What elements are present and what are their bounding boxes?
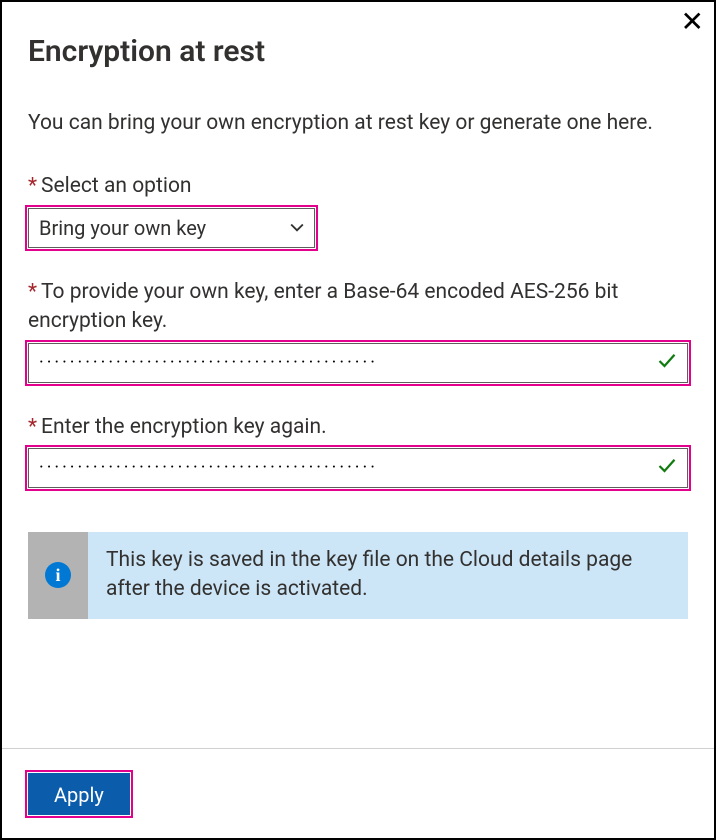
required-marker: * — [28, 415, 37, 439]
info-callout: i This key is saved in the key file on t… — [28, 532, 688, 619]
label-encryption-key: *To provide your own key, enter a Base-6… — [28, 278, 688, 337]
page-title: Encryption at rest — [28, 34, 688, 69]
apply-button[interactable]: Apply — [28, 773, 130, 815]
encryption-key-confirm-masked: ········································… — [39, 457, 647, 478]
required-marker: * — [28, 174, 37, 198]
select-option-dropdown[interactable]: Bring your own key — [28, 208, 315, 248]
info-text: This key is saved in the key file on the… — [88, 532, 688, 619]
info-icon: i — [45, 562, 71, 588]
label-encryption-key-confirm: *Enter the encryption key again. — [28, 413, 688, 442]
panel-footer: Apply — [2, 748, 714, 838]
label-select-option: *Select an option — [28, 172, 688, 201]
encryption-key-masked: ········································… — [39, 352, 647, 373]
required-marker: * — [28, 280, 37, 304]
check-icon — [657, 456, 677, 480]
label-select-option-text: Select an option — [41, 174, 191, 198]
select-option-value: Bring your own key — [39, 216, 290, 240]
field-select-option: *Select an option Bring your own key — [28, 172, 688, 247]
info-icon-cell: i — [28, 532, 88, 619]
close-button[interactable]: ✕ — [681, 8, 704, 36]
page-description: You can bring your own encryption at res… — [28, 109, 688, 138]
encryption-key-input[interactable]: ········································… — [28, 343, 688, 383]
field-encryption-key-confirm: *Enter the encryption key again. ·······… — [28, 413, 688, 488]
check-icon — [657, 351, 677, 375]
panel-body: Encryption at rest You can bring your ow… — [2, 2, 714, 748]
field-encryption-key: *To provide your own key, enter a Base-6… — [28, 278, 688, 383]
encryption-key-confirm-input[interactable]: ········································… — [28, 448, 688, 488]
chevron-down-icon — [290, 221, 304, 235]
label-encryption-key-confirm-text: Enter the encryption key again. — [41, 415, 327, 439]
label-encryption-key-text: To provide your own key, enter a Base-64… — [28, 280, 618, 333]
